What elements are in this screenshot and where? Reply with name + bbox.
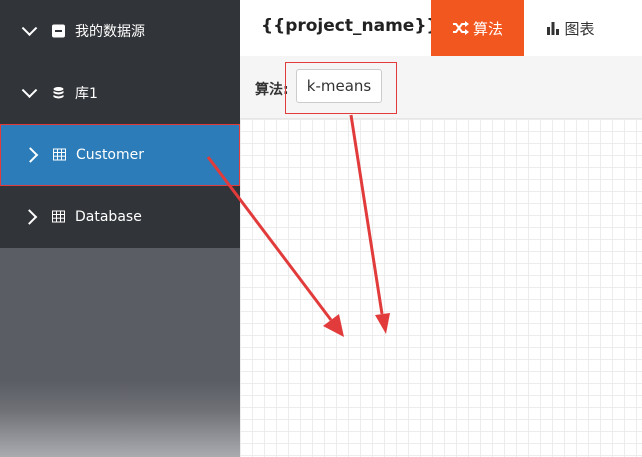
sidebar-item-my-datasources[interactable]: 我的数据源 [0, 0, 240, 62]
sidebar-item-lib1[interactable]: 库1 [0, 62, 240, 124]
algorithm-label: 算法: [255, 82, 289, 98]
sidebar-item-database[interactable]: Database [0, 186, 240, 248]
chevron-down-icon [21, 82, 38, 99]
sidebar-item-label: 我的数据源 [75, 24, 145, 40]
sidebar-item-label: 库1 [75, 86, 98, 102]
database-icon [52, 87, 65, 100]
tab-label: 图表 [564, 19, 595, 38]
shuffle-icon [452, 21, 469, 35]
table-icon [53, 148, 66, 162]
project-name: {{project_name}} [261, 16, 439, 36]
tab-algorithm[interactable]: 算法 [431, 0, 524, 56]
bar-chart-icon [547, 21, 560, 35]
work-canvas[interactable] [240, 119, 642, 457]
sidebar: 我的数据源 库1 Customer Database [0, 0, 240, 457]
table-icon [52, 210, 65, 224]
chevron-right-icon [22, 147, 39, 163]
tab-chart[interactable]: 图表 [524, 0, 617, 56]
chevron-right-icon [21, 209, 38, 225]
chevron-down-icon [21, 20, 38, 37]
sidebar-item-label: Database [75, 209, 142, 225]
top-bar: {{project_name}} 算法 图表 [240, 0, 642, 56]
minus-square-icon [52, 24, 65, 38]
sidebar-item-customer[interactable]: Customer [0, 124, 240, 186]
annotation-highlight-box [285, 62, 397, 114]
sidebar-item-label: Customer [76, 147, 145, 163]
tab-label: 算法 [472, 19, 503, 38]
